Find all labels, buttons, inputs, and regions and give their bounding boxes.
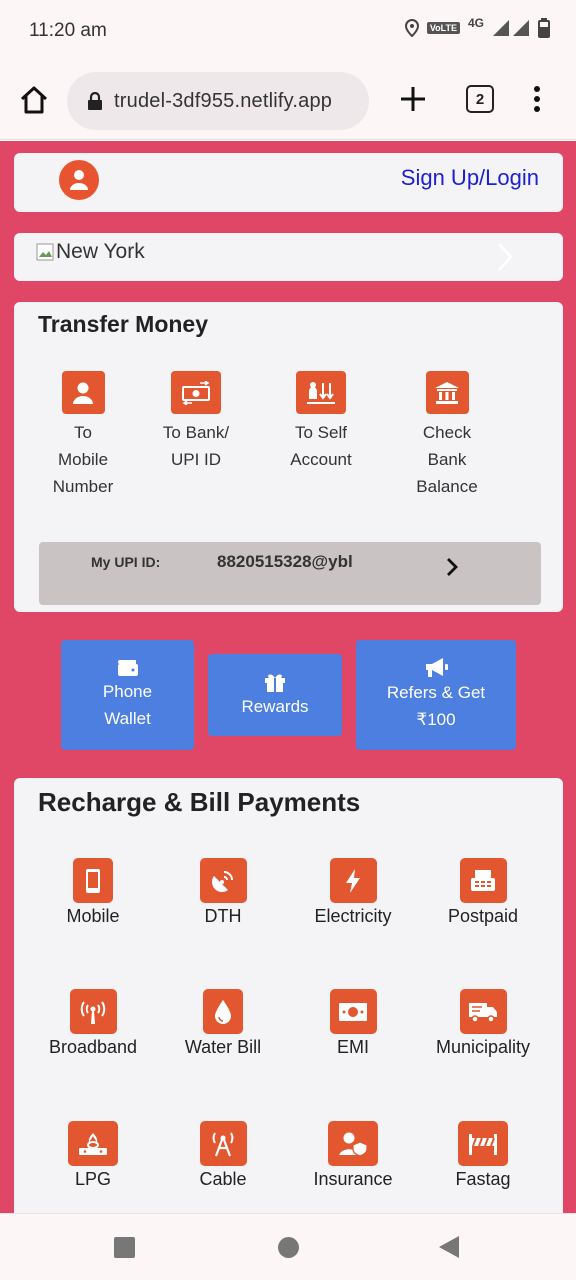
rewards-button[interactable]: Rewards [208, 654, 342, 736]
recharge-item-cable[interactable]: Cable [158, 1121, 288, 1190]
home-nav-icon[interactable] [278, 1237, 299, 1258]
banner-carousel: New York [14, 233, 563, 281]
satellite-dish-icon [199, 858, 247, 903]
location-icon [404, 19, 419, 37]
recents-icon[interactable] [114, 1237, 135, 1258]
recharge-item-lpg[interactable]: LPG [28, 1121, 158, 1190]
recharge-item-water-bill[interactable]: Water Bill [158, 989, 288, 1058]
signal-icon [493, 20, 529, 36]
lock-icon [88, 92, 102, 110]
transfer-to-mobile[interactable]: To Mobile Number [23, 371, 143, 500]
banner-image: New York [36, 240, 145, 264]
self-transfer-icon [296, 371, 346, 414]
avatar[interactable] [59, 160, 99, 200]
gas-burner-icon [68, 1121, 118, 1166]
transfer-to-bank-upi[interactable]: To Bank/ UPI ID [136, 371, 256, 473]
back-icon[interactable] [439, 1236, 459, 1258]
upi-id-bar[interactable]: My UPI ID: 8820515328@ybl [39, 542, 541, 605]
status-icons: VoLTE 4G [404, 16, 550, 38]
recharge-title: Recharge & Bill Payments [38, 787, 361, 817]
megaphone-icon [426, 658, 448, 677]
water-drop-icon [203, 989, 243, 1034]
transfer-label: To Self Account [290, 423, 352, 469]
truck-icon [459, 989, 507, 1034]
broadcast-tower-icon [69, 989, 117, 1034]
recharge-item-electricity[interactable]: Electricity [288, 858, 418, 927]
gift-icon [265, 674, 285, 692]
transfer-title: Transfer Money [38, 311, 208, 337]
chevron-right-icon [447, 558, 458, 576]
broken-image-icon [36, 243, 54, 261]
money-bill-icon [329, 989, 377, 1034]
wallet-icon [117, 660, 138, 676]
sign-up-login-link[interactable]: Sign Up/Login [401, 165, 539, 191]
antenna-icon [199, 1121, 247, 1166]
header-card: Sign Up/Login [14, 153, 563, 212]
recharge-item-emi[interactable]: EMI [288, 989, 418, 1058]
carousel-next-icon[interactable] [495, 241, 515, 273]
transfer-label: To Bank/ UPI ID [162, 423, 230, 469]
status-bar: 11:20 am VoLTE 4G [0, 0, 576, 62]
transfer-to-self[interactable]: To Self Account [261, 371, 381, 473]
upi-id-label: My UPI ID: [91, 554, 161, 570]
recharge-bill-card: Recharge & Bill Payments Mobile DTH Elec… [14, 778, 563, 1213]
recharge-item-broadband[interactable]: Broadband [28, 989, 158, 1058]
fax-icon [459, 858, 507, 903]
status-time: 11:20 am [29, 20, 107, 41]
user-icon [70, 170, 88, 190]
transfer-label: To Mobile Number [52, 423, 114, 496]
recharge-item-fastag[interactable]: Fastag [418, 1121, 548, 1190]
url-text: trudel-3df955.netlify.app [114, 89, 333, 112]
tab-switcher-button[interactable]: 2 [466, 85, 494, 113]
recharge-item-municipality[interactable]: Municipality [418, 989, 548, 1058]
network-type: 4G [467, 16, 484, 30]
upi-id-value: 8820515328@ybl [217, 552, 353, 571]
system-nav-bar [0, 1213, 576, 1280]
volte-badge: VoLTE [426, 22, 460, 34]
refer-earn-button[interactable]: Refers & Get ₹100 [356, 640, 516, 750]
banner-alt-text: New York [56, 240, 145, 263]
bank-building-icon [425, 371, 469, 414]
battery-icon [538, 18, 550, 38]
new-tab-icon[interactable] [398, 84, 428, 114]
recharge-item-mobile[interactable]: Mobile [28, 858, 158, 927]
recharge-item-postpaid[interactable]: Postpaid [418, 858, 548, 927]
transfer-label: Check Bank Balance [416, 423, 478, 496]
address-bar[interactable]: trudel-3df955.netlify.app [67, 72, 369, 130]
phone-wallet-button[interactable]: Phone Wallet [61, 640, 194, 750]
more-menu-icon[interactable] [528, 84, 546, 114]
browser-toolbar: trudel-3df955.netlify.app 2 [0, 62, 576, 140]
page-content: Sign Up/Login New York Transfer Money To… [0, 141, 576, 1213]
check-bank-balance[interactable]: Check Bank Balance [387, 371, 507, 500]
transfer-money-card: Transfer Money To Mobile Number To Bank/… [14, 302, 563, 612]
home-icon[interactable] [18, 84, 50, 116]
recharge-item-insurance[interactable]: Insurance [288, 1121, 418, 1190]
lightning-icon [329, 858, 377, 903]
toll-barrier-icon [458, 1121, 508, 1166]
recharge-item-dth[interactable]: DTH [158, 858, 288, 927]
mobile-icon [73, 858, 113, 903]
bank-transfer-icon [171, 371, 221, 414]
user-icon [61, 371, 105, 414]
user-shield-icon [328, 1121, 378, 1166]
